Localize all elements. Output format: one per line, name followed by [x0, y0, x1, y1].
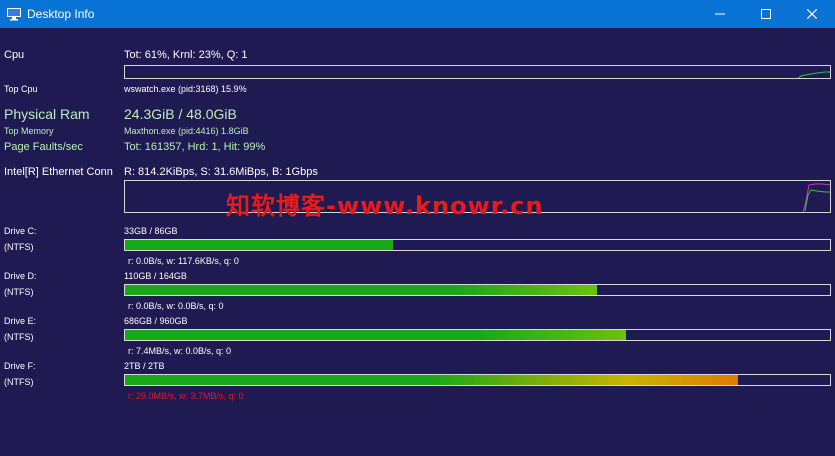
drive-f-name: Drive F:: [4, 361, 36, 371]
cpu-graph-line: [797, 71, 830, 78]
drive-d-name: Drive D:: [4, 271, 37, 281]
drive-e-usage-bar: [124, 329, 831, 341]
drive-d-usage: 110GB / 164GB: [124, 271, 187, 281]
network-value: R: 814.2KiBps, S: 31.6MiBps, B: 1Gbps: [124, 166, 318, 178]
drive-e-usage: 686GB / 960GB: [124, 316, 188, 326]
top-memory-label: Top Memory: [4, 126, 54, 136]
cpu-value: Tot: 61%, Krnl: 23%, Q: 1: [124, 49, 248, 61]
page-faults-label: Page Faults/sec: [4, 141, 83, 153]
drive-c-name: Drive C:: [4, 226, 37, 236]
network-send-line: [804, 189, 830, 212]
physical-ram-label: Physical Ram: [4, 106, 90, 122]
top-memory-value: Maxthon.exe (pid:4416) 1.8GiB: [124, 126, 249, 136]
drive-d-usage-fill: [125, 285, 598, 295]
top-cpu-value: wswatch.exe (pid:3168) 15.9%: [124, 84, 247, 94]
close-icon: [807, 9, 817, 19]
maximize-icon: [761, 9, 771, 19]
title-bar[interactable]: Desktop Info: [0, 0, 835, 28]
drive-d-usage-bar: [124, 284, 831, 296]
drive-f-fs: (NTFS): [4, 377, 34, 387]
top-cpu-label: Top Cpu: [4, 84, 38, 94]
close-button[interactable]: [789, 0, 835, 28]
drive-e-io: r: 7.4MB/s, w: 0.0B/s, q: 0: [128, 346, 232, 356]
network-label: Intel[R] Ethernet Conn: [4, 166, 113, 178]
drive-e-fs: (NTFS): [4, 332, 34, 342]
drive-f-usage-fill: [125, 375, 739, 385]
cpu-graph: [124, 65, 831, 79]
drive-f-usage-bar: [124, 374, 831, 386]
drive-c-usage: 33GB / 86GB: [124, 226, 178, 236]
physical-ram-value: 24.3GiB / 48.0GiB: [124, 106, 237, 122]
drive-e-usage-fill: [125, 330, 626, 340]
window-title: Desktop Info: [27, 7, 95, 21]
drive-d-io: r: 0.0B/s, w: 0.0B/s, q: 0: [128, 301, 224, 311]
cpu-label: Cpu: [4, 49, 25, 61]
drive-c-usage-fill: [125, 240, 393, 250]
minimize-button[interactable]: [697, 0, 743, 28]
drive-c-fs: (NTFS): [4, 242, 34, 252]
watermark: 知软博客-www.knowr.cn: [226, 192, 544, 220]
drive-f-usage: 2TB / 2TB: [124, 361, 165, 371]
minimize-icon: [715, 13, 725, 15]
page-faults-value: Tot: 161357, Hrd: 1, Hit: 99%: [124, 141, 266, 153]
monitor-icon: [7, 8, 21, 21]
maximize-button[interactable]: [743, 0, 789, 28]
drive-d-fs: (NTFS): [4, 287, 34, 297]
drive-c-io: r: 0.0B/s, w: 117.6KB/s, q: 0: [128, 256, 239, 266]
drive-c-usage-bar: [124, 239, 831, 251]
drive-e-name: Drive E:: [4, 316, 37, 326]
drive-f-io: r: 29.0MB/s, w: 3.7MB/s, q: 0: [128, 391, 244, 401]
